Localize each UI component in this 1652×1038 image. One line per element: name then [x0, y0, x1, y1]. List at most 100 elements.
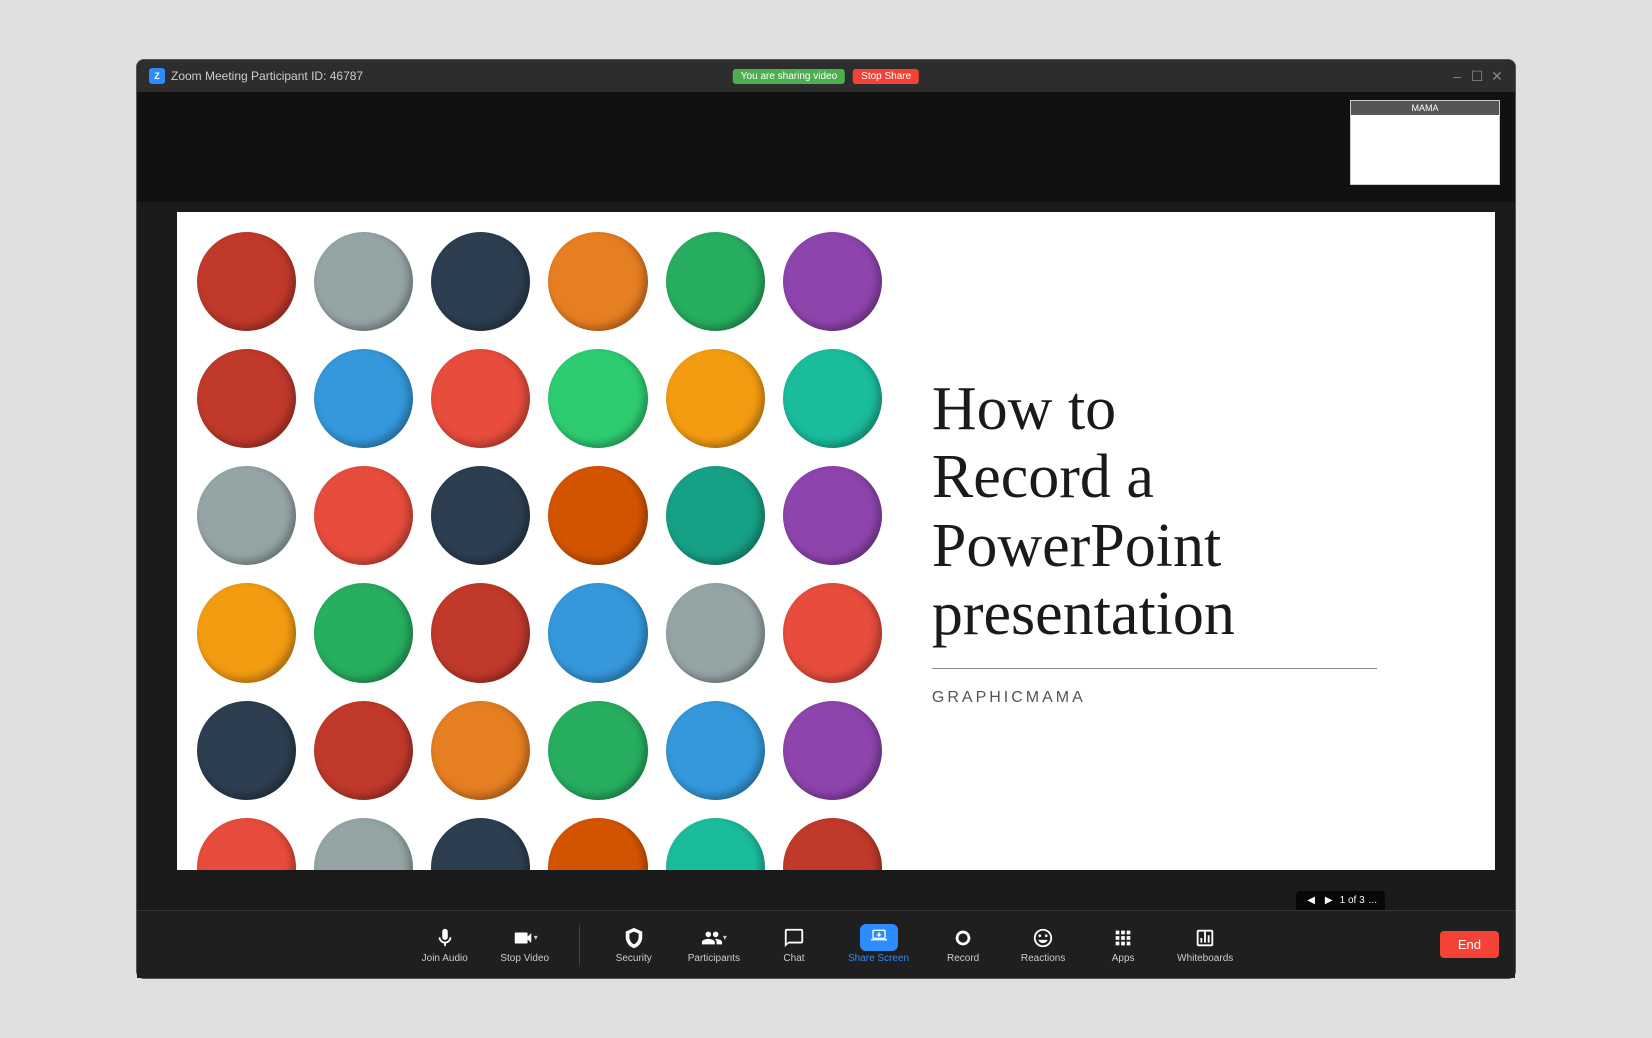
circle-dot: [314, 232, 413, 331]
circle-dot: [548, 583, 647, 682]
title-line4: presentation: [932, 580, 1235, 648]
circle-dot: [666, 583, 765, 682]
circle-dot: [197, 232, 296, 331]
chat-icon: [780, 926, 808, 950]
toolbar-item-whiteboards[interactable]: Whiteboards: [1177, 926, 1233, 964]
circle-dot: [666, 701, 765, 800]
circle-dot: [666, 349, 765, 448]
toolbar-item-share-screen[interactable]: Share Screen: [848, 926, 909, 964]
title-bar-left: Z Zoom Meeting Participant ID: 46787: [149, 68, 363, 84]
circle-dot: [431, 583, 530, 682]
toolbar: Join Audio ▾ Stop Video Securi: [137, 910, 1515, 978]
participants-label: Participants: [688, 953, 740, 964]
main-content: MAMA How to Recor: [137, 92, 1515, 978]
toolbar-item-chat[interactable]: Chat: [768, 926, 820, 964]
circle-dot: [548, 349, 647, 448]
camera-icon: ▾: [511, 926, 539, 950]
circle-dot: [431, 349, 530, 448]
circle-dot: [548, 466, 647, 565]
prev-slide-button[interactable]: ◀: [1304, 894, 1318, 907]
participant-name: MAMA: [1351, 101, 1499, 115]
circle-dot: [314, 818, 413, 870]
participants-icon: ▾: [700, 926, 728, 950]
circle-dot: [666, 232, 765, 331]
circle-dot: [783, 583, 882, 682]
slide-text: How to Record a PowerPoint presentation …: [902, 212, 1495, 870]
circle-dot: [548, 818, 647, 870]
microphone-icon: [431, 926, 459, 950]
circle-dot: [431, 701, 530, 800]
close-button[interactable]: ✕: [1491, 70, 1503, 82]
toolbar-separator-1: [579, 925, 580, 965]
toolbar-item-apps[interactable]: Apps: [1097, 926, 1149, 964]
reactions-icon: [1029, 926, 1057, 950]
title-line2: Record a: [932, 443, 1154, 511]
presentation-area: How to Record a PowerPoint presentation …: [137, 202, 1515, 910]
circle-dot: [783, 466, 882, 565]
stop-share-button[interactable]: Stop Share: [853, 69, 919, 84]
stop-video-label: Stop Video: [500, 953, 549, 964]
record-icon: [949, 926, 977, 950]
title-bar: Z Zoom Meeting Participant ID: 46787 You…: [137, 60, 1515, 92]
circle-dot: [783, 818, 882, 870]
security-icon: [620, 926, 648, 950]
toolbar-item-security[interactable]: Security: [608, 926, 660, 964]
toolbar-item-reactions[interactable]: Reactions: [1017, 926, 1069, 964]
circle-dot: [431, 466, 530, 565]
circle-dot: [666, 466, 765, 565]
slide-image: [177, 212, 902, 870]
toolbar-item-participants[interactable]: ▾ Participants: [688, 926, 740, 964]
reactions-label: Reactions: [1021, 953, 1065, 964]
circle-dot: [666, 818, 765, 870]
circle-dot: [314, 349, 413, 448]
slide-brand: GRAPHICMAMA: [932, 689, 1455, 707]
slide-page-info: 1 of 3: [1340, 895, 1365, 906]
slide-title: How to Record a PowerPoint presentation: [932, 375, 1455, 648]
participant-float: MAMA: [1350, 100, 1500, 185]
circle-dot: [783, 349, 882, 448]
minimize-button[interactable]: –: [1451, 70, 1463, 82]
circle-dot: [197, 349, 296, 448]
whiteboards-label: Whiteboards: [1177, 953, 1233, 964]
circle-dot: [783, 232, 882, 331]
circle-dot: [314, 701, 413, 800]
next-slide-button[interactable]: ▶: [1322, 894, 1336, 907]
share-screen-icon: [865, 926, 893, 950]
slide-nav-bar: ◀ ▶ 1 of 3 ...: [1296, 891, 1385, 910]
toolbar-item-record[interactable]: Record: [937, 926, 989, 964]
slide-more-options[interactable]: ...: [1369, 895, 1377, 906]
circle-dot: [431, 818, 530, 870]
toolbar-item-stop-video[interactable]: ▾ Stop Video: [499, 926, 551, 964]
security-label: Security: [616, 953, 652, 964]
title-line3: PowerPoint: [932, 512, 1221, 580]
ppt-slide: How to Record a PowerPoint presentation …: [177, 212, 1495, 870]
apps-label: Apps: [1112, 953, 1135, 964]
circle-dot: [548, 232, 647, 331]
circle-dot: [431, 232, 530, 331]
zoom-window: Z Zoom Meeting Participant ID: 46787 You…: [136, 59, 1516, 979]
participant-video: [1351, 115, 1499, 184]
share-screen-label: Share Screen: [848, 953, 909, 964]
circle-dot: [783, 701, 882, 800]
record-label: Record: [947, 953, 979, 964]
circle-dot: [314, 466, 413, 565]
end-button[interactable]: End: [1440, 931, 1499, 958]
title-bar-center: You are sharing video Stop Share: [733, 69, 919, 84]
circle-dot: [314, 583, 413, 682]
circle-dot: [197, 466, 296, 565]
sharing-badge: You are sharing video: [733, 69, 845, 84]
join-audio-label: Join Audio: [422, 953, 468, 964]
whiteboards-icon: [1191, 926, 1219, 950]
restore-button[interactable]: ☐: [1471, 70, 1483, 82]
circles-background: [177, 212, 902, 870]
circle-dot: [548, 701, 647, 800]
toolbar-item-join-audio[interactable]: Join Audio: [419, 926, 471, 964]
zoom-logo: Z: [149, 68, 165, 84]
title-bar-controls: – ☐ ✕: [1451, 70, 1503, 82]
circle-grid: [177, 212, 902, 870]
apps-icon: [1109, 926, 1137, 950]
title-line1: How to: [932, 375, 1116, 443]
slide-divider: [932, 668, 1377, 669]
chat-label: Chat: [783, 953, 804, 964]
circle-dot: [197, 701, 296, 800]
